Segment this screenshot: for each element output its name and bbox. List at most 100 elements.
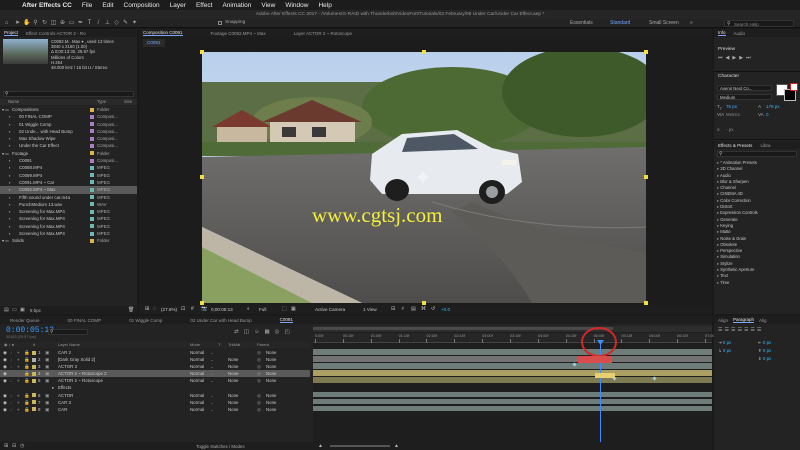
project-item-row[interactable]: ▪ PunchMedium 13.wav WAV (0, 201, 137, 208)
interpret-footage-icon[interactable]: ▤ (4, 307, 9, 313)
no-color-swatch[interactable] (790, 83, 798, 91)
chevron-down-icon[interactable]: ⌄ (210, 370, 214, 377)
pen-tool-icon[interactable]: ✒ (77, 20, 84, 27)
project-item-row[interactable]: ▪ Screening for Max.MP4 MPEG (0, 215, 137, 222)
video-frame[interactable]: www.cgtsj.com (202, 52, 646, 303)
visibility-eye-icon[interactable]: ◉ (3, 392, 7, 399)
label-color-swatch[interactable] (90, 224, 94, 229)
tab-align-2[interactable]: Alig (759, 318, 767, 323)
font-family-dropdown[interactable]: Avenir Next Co... (717, 85, 772, 91)
zoom-out-icon[interactable]: ▲ (318, 443, 323, 449)
layer-handle[interactable] (644, 50, 648, 54)
layer-duration-bar[interactable] (313, 349, 712, 355)
motion-blur-icon[interactable]: ◎ (275, 329, 285, 335)
flowchart-icon[interactable]: ⌘ (421, 306, 426, 312)
camera-dropdown[interactable]: Active Camera (315, 307, 345, 312)
col-size[interactable]: Size (124, 99, 132, 104)
tab-00-final-comp[interactable]: 00 FINAL COMP (68, 318, 102, 323)
layer-mode-dropdown[interactable]: Normal (190, 406, 204, 413)
chevron-down-icon[interactable]: ⌄ (210, 392, 214, 399)
layer-name[interactable]: CAR (58, 406, 67, 413)
space-before-value[interactable]: 0 px (763, 348, 771, 353)
label-color-swatch[interactable] (90, 216, 94, 221)
app-name[interactable]: After Effects CC (22, 2, 72, 9)
layer-trkmat-dropdown[interactable]: None (228, 377, 239, 384)
tab-info[interactable]: Info (718, 30, 726, 36)
pick-whip-icon[interactable]: ◎ (257, 349, 261, 356)
layer-mode-dropdown[interactable]: Normal (190, 399, 204, 406)
project-search-input[interactable]: ⚲ (3, 91, 134, 97)
channel-icon[interactable]: ◐ (247, 306, 250, 312)
chevron-down-icon[interactable]: ⌄ (210, 399, 214, 406)
project-folder-row[interactable]: ▾ ▭ Footage Folder (0, 150, 137, 157)
audio-icon[interactable]: ♪ (10, 377, 12, 384)
new-composition-icon[interactable]: ▣ (20, 307, 25, 313)
disclosure-triangle-icon[interactable]: ▸ (52, 384, 54, 391)
tab-paragraph[interactable]: Paragraph (733, 317, 755, 323)
col-type[interactable]: Type (97, 99, 106, 104)
col-name[interactable]: Name (8, 99, 19, 104)
tab-render-queue[interactable]: Render Queue (10, 318, 40, 323)
solo-icon[interactable]: ● (17, 399, 20, 406)
chevron-down-icon[interactable]: ⌄ (210, 363, 214, 370)
type-tool-icon[interactable]: T (86, 20, 93, 27)
layer-label-color[interactable] (32, 364, 36, 369)
eraser-tool-icon[interactable]: ◇ (113, 20, 120, 27)
work-area-bar[interactable] (313, 326, 712, 332)
tab-01-wiggle-comp[interactable]: 01 Wiggle Comp (129, 318, 162, 323)
project-item-row[interactable]: ▪ Under the Car Effect Composi... (0, 142, 137, 149)
selection-tool-icon[interactable]: ➤ (14, 20, 21, 27)
zoom-dropdown[interactable]: (27.8%) (161, 307, 177, 312)
shy-icon[interactable]: ☺ (254, 329, 265, 335)
timeline-search-input[interactable]: ⚲ (48, 329, 88, 335)
menu-edit[interactable]: Edit (102, 2, 113, 9)
layer-mode-dropdown[interactable]: Normal (190, 349, 204, 356)
project-folder-row[interactable]: ▾ ▭ Compositions Folder (0, 106, 137, 113)
visibility-eye-icon[interactable]: ◉ (3, 363, 7, 370)
label-color-swatch[interactable] (90, 151, 94, 156)
lock-icon[interactable]: 🔒 (24, 356, 30, 363)
layer-duration-bar[interactable] (313, 370, 712, 376)
rectangle-tool-icon[interactable]: ▭ (68, 20, 75, 27)
layer-handle[interactable] (422, 50, 426, 54)
exposure-value[interactable]: +0.0 (441, 307, 450, 312)
layer-name[interactable]: ACTOR 3 (58, 363, 77, 370)
audio-icon[interactable]: ♪ (10, 349, 12, 356)
layer-duration-bar[interactable] (313, 363, 712, 369)
tab-c0091[interactable]: C0091 (279, 317, 293, 323)
pick-whip-icon[interactable]: ◎ (257, 406, 261, 413)
menu-help[interactable]: Help (318, 2, 331, 9)
visibility-eye-icon[interactable]: ◉ (3, 377, 7, 384)
layer-effects-group[interactable]: ▸ Effects (0, 384, 310, 391)
layer-parent-dropdown[interactable]: None (266, 349, 277, 356)
layer-trkmat-dropdown[interactable]: None (228, 356, 239, 363)
last-frame-icon[interactable]: ⏭ (746, 55, 754, 61)
label-color-swatch[interactable] (90, 143, 94, 148)
layer-label-color[interactable] (32, 378, 36, 383)
snapping-checkbox[interactable] (218, 21, 222, 25)
label-color-swatch[interactable] (90, 238, 94, 243)
audio-icon[interactable]: ♪ (10, 356, 12, 363)
expand-timing-icon[interactable]: ◷ (20, 443, 24, 449)
project-item-row[interactable]: ▪ C0091.MP4 ~ Car MPEG (0, 179, 137, 186)
layer-row[interactable]: ◉ ♪ ● 🔒 5 ▣ ACTOR 2 ~ Rotoscope Normal ⌄ None ◎ Non… (0, 377, 310, 384)
layer-duration-bar[interactable] (313, 356, 712, 362)
layer-trkmat-dropdown[interactable]: None (228, 363, 239, 370)
layer-row[interactable]: ◉ ♪ ● 🔒 7 ▣ CAR 3 Normal ⌄ None ◎ None (0, 399, 310, 406)
workspace-small-screen[interactable]: Small Screen (649, 20, 679, 26)
layer-row[interactable]: ◉ ♪ ● 🔒 3 ▣ ACTOR 3 Normal ⌄ None ◎ None (0, 363, 310, 370)
layer-row[interactable]: ◉ ♪ ● 🔒 8 ▣ CAR Normal ⌄ None ◎ None (0, 406, 310, 413)
new-folder-icon[interactable]: ▭ (12, 307, 17, 313)
project-item-row[interactable]: ▪ C0091 Composi... (0, 157, 137, 164)
layer-label-color[interactable] (32, 371, 36, 376)
highlighted-clip-selected[interactable] (595, 373, 615, 378)
layer-label-color[interactable] (32, 350, 36, 355)
pick-whip-icon[interactable]: ◎ (257, 392, 261, 399)
resolution-dropdown[interactable]: Full (259, 307, 266, 312)
pick-whip-icon[interactable]: ◎ (257, 363, 261, 370)
effects-search-input[interactable]: ⚲ (717, 151, 797, 157)
space-after-value[interactable]: 0 px (763, 356, 771, 361)
tab-effects-presets[interactable]: Effects & Presets (718, 143, 752, 148)
chevron-down-icon[interactable]: ⌄ (210, 406, 214, 413)
layer-parent-dropdown[interactable]: None (266, 377, 277, 384)
